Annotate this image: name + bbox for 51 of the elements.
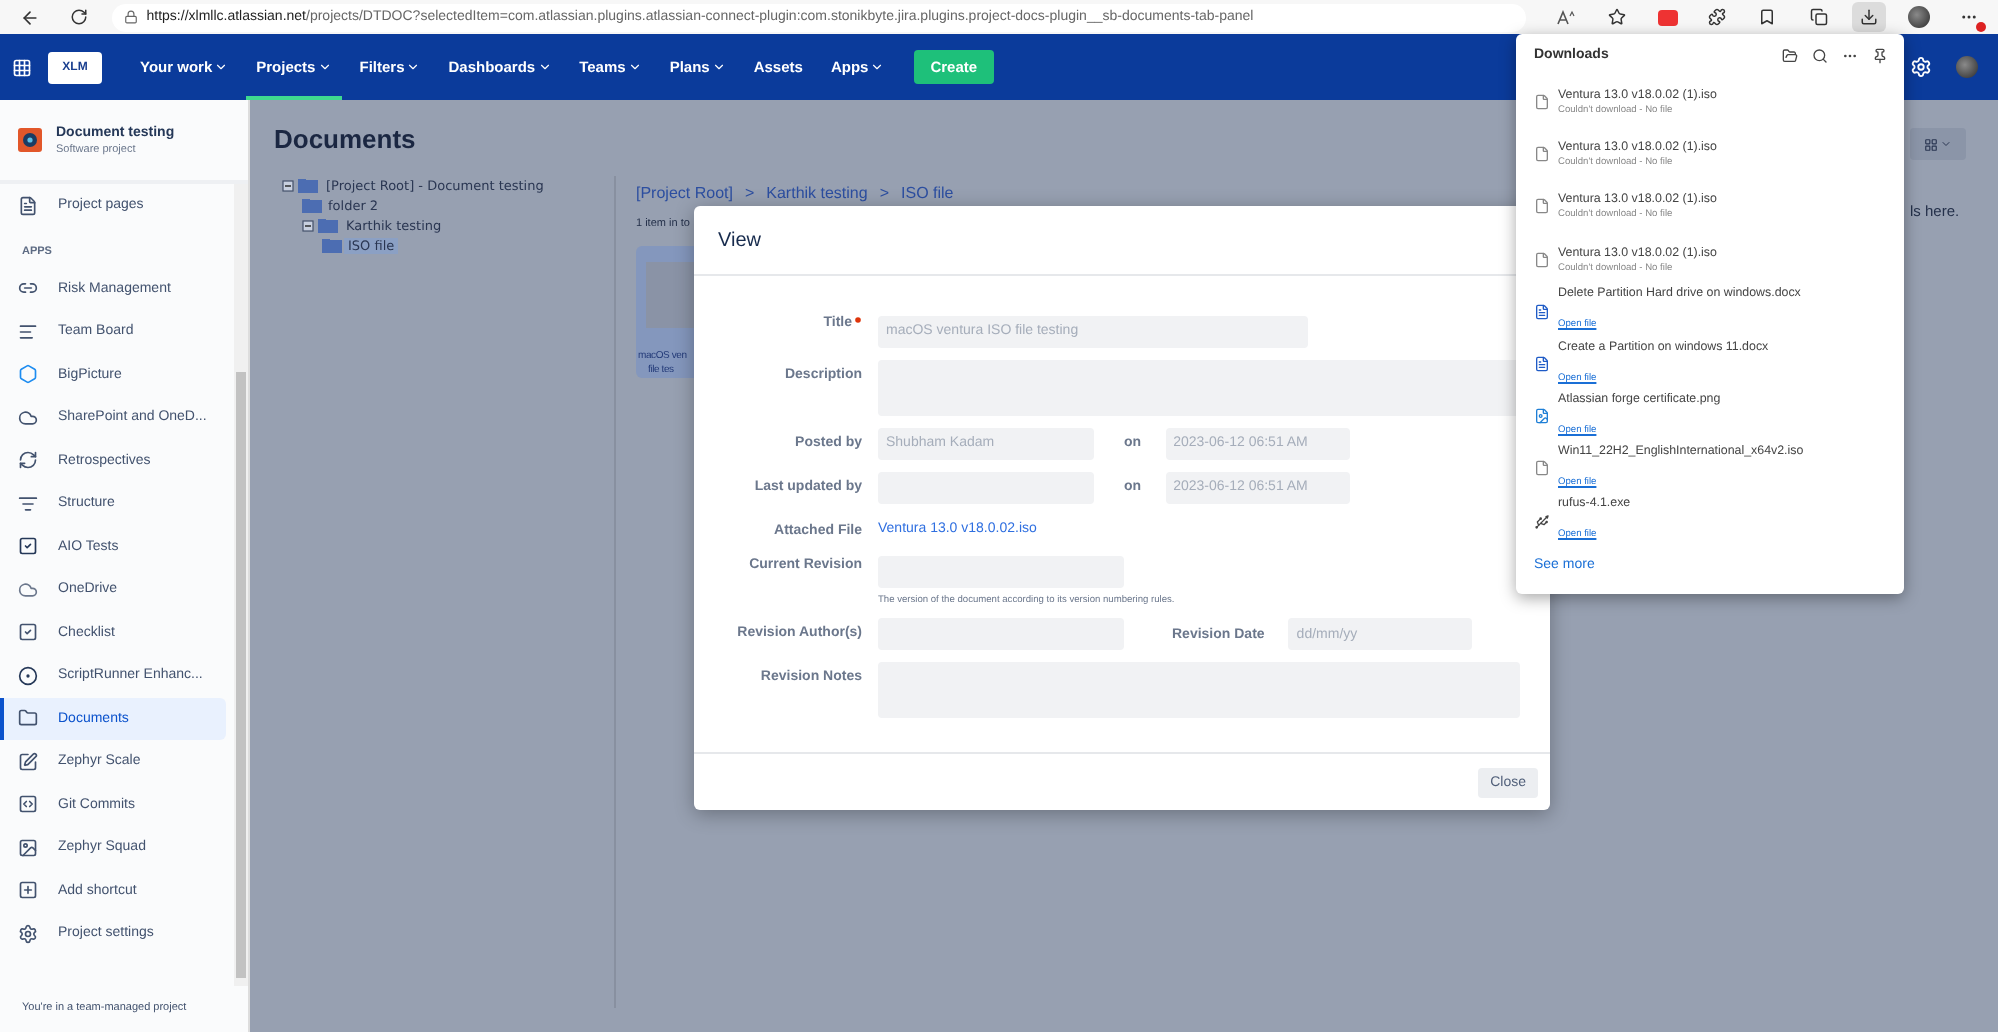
file-icon: [1534, 146, 1550, 163]
circle-icon: [18, 665, 38, 686]
document-icon: [1534, 356, 1550, 373]
add-icon: [18, 880, 38, 901]
file-icon: [1534, 198, 1550, 215]
app-grid-icon[interactable]: [12, 57, 32, 77]
hexagon-icon: [18, 364, 38, 385]
file-icon: [1534, 94, 1550, 111]
chevron-icon: [214, 60, 229, 74]
checkbox-icon: [18, 536, 38, 557]
lock-icon: [124, 10, 139, 24]
cloud-icon: [18, 579, 38, 600]
settings-icon: [18, 923, 38, 944]
image-file-icon: [1534, 408, 1550, 425]
download-icon[interactable]: [1851, 2, 1886, 32]
folder-icon: [302, 198, 322, 214]
view-toggle-button[interactable]: [1910, 128, 1966, 160]
breadcrumb-separator: >: [744, 184, 755, 202]
chevron-icon: [317, 60, 332, 74]
cloud-icon: [18, 407, 38, 428]
code-icon: [18, 794, 38, 815]
search-icon[interactable]: [1812, 47, 1828, 63]
chevron-icon: [870, 60, 885, 74]
chevron-icon: [627, 60, 642, 74]
document-icon: [1534, 303, 1550, 320]
breadcrumb-separator: >: [879, 184, 890, 202]
file-icon: [1534, 251, 1550, 268]
document-icon: [18, 195, 38, 216]
chevron-icon: [537, 60, 552, 74]
pin-icon[interactable]: [1872, 47, 1888, 63]
link-icon: [18, 278, 38, 299]
page-title: Documents: [274, 124, 416, 154]
chevron-icon: [406, 60, 421, 74]
lines-icon: [18, 321, 38, 342]
folder-icon: [18, 708, 38, 729]
dialog-title: View: [718, 229, 761, 251]
scrollbar[interactable]: [234, 184, 248, 986]
folder-icon[interactable]: [1782, 47, 1798, 63]
edit-icon: [18, 751, 38, 772]
grid-icon: [1924, 137, 1938, 151]
project-avatar-icon: [18, 128, 42, 152]
settings-icon[interactable]: [1910, 56, 1932, 78]
checkbox-icon: [18, 622, 38, 643]
filter-icon: [18, 493, 38, 514]
file-icon: [1534, 460, 1550, 477]
chevron-icon: [711, 60, 726, 74]
folder-icon: [322, 238, 342, 254]
refresh-icon: [18, 450, 38, 471]
chevron-icon: [1940, 138, 1952, 150]
image-icon: [18, 837, 38, 858]
usb-icon: [1534, 513, 1550, 530]
